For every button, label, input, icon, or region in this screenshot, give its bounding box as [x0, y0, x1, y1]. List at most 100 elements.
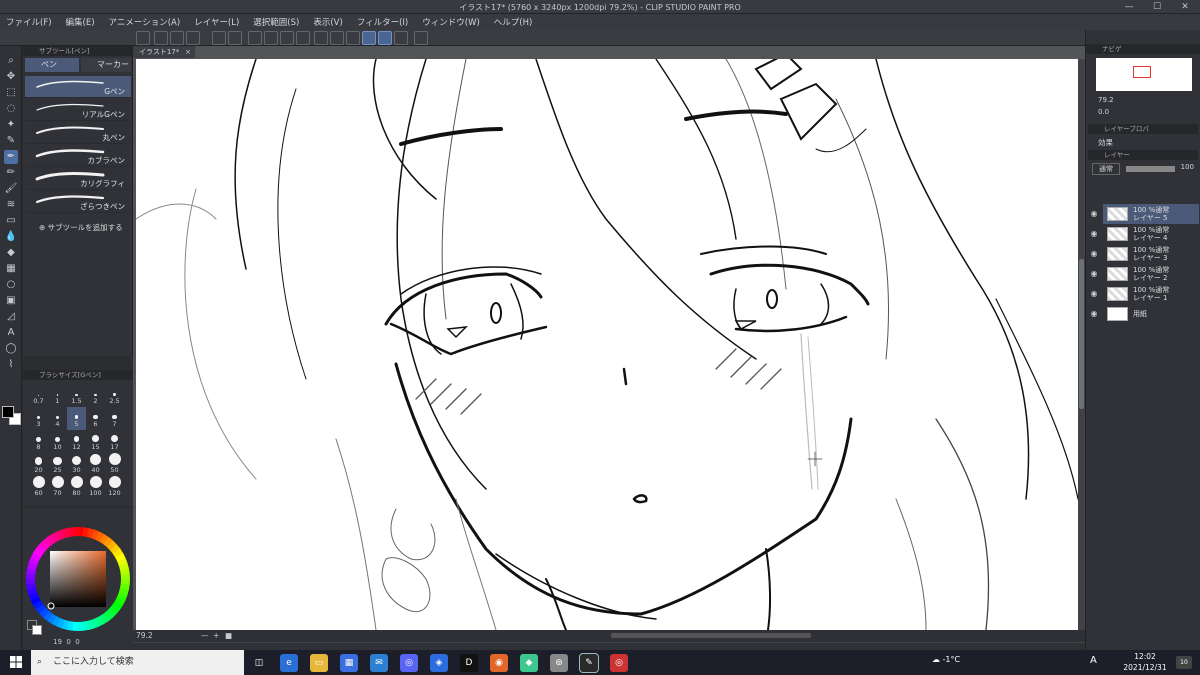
- brush-item[interactable]: リアルGペン: [25, 99, 131, 121]
- brush-size-preset[interactable]: 40: [86, 453, 105, 476]
- brush-item[interactable]: カブラペン: [25, 145, 131, 167]
- brush-size-preset[interactable]: 17: [105, 430, 124, 453]
- menu-help[interactable]: ヘルプ(H): [494, 16, 533, 28]
- brush-size-preset[interactable]: 120: [105, 476, 124, 499]
- tab-pen[interactable]: ペン: [25, 58, 79, 72]
- brush-size-preset[interactable]: 80: [67, 476, 86, 499]
- brush-item[interactable]: Gペン: [25, 76, 131, 98]
- frame-tool-icon[interactable]: ▣: [4, 294, 18, 308]
- brush-size-preset[interactable]: 2: [86, 384, 105, 407]
- brush-size-preset[interactable]: 4: [48, 407, 67, 430]
- brush-item[interactable]: 丸ペン: [25, 122, 131, 144]
- ruler-tool-icon[interactable]: ◿: [4, 310, 18, 324]
- explorer-icon[interactable]: ▭: [310, 654, 328, 672]
- layer-visibility-icon[interactable]: ◉: [1088, 264, 1100, 284]
- minimize-button[interactable]: —: [1118, 0, 1140, 14]
- brush-size-preset[interactable]: 100: [86, 476, 105, 499]
- navigator-rotation[interactable]: 0.0: [1098, 108, 1109, 116]
- notification-icon[interactable]: 10: [1176, 656, 1192, 669]
- brush-size-preset[interactable]: 2.5: [105, 384, 124, 407]
- layer-row[interactable]: 100 %通常 レイヤー 4: [1103, 224, 1199, 244]
- open-file-icon[interactable]: [170, 31, 184, 45]
- new-file-icon[interactable]: [154, 31, 168, 45]
- brush-tool-icon[interactable]: 🖌: [4, 182, 18, 196]
- sub-color-swatch[interactable]: [32, 625, 42, 635]
- navigator-viewport[interactable]: [1133, 66, 1151, 78]
- select-tool-icon[interactable]: ⬚: [4, 86, 18, 100]
- blend-mode-select[interactable]: 通常: [1092, 163, 1120, 175]
- task-view-icon[interactable]: ◫: [250, 654, 268, 672]
- main-color-chip[interactable]: [2, 406, 14, 418]
- menu-view[interactable]: 表示(V): [313, 16, 342, 28]
- selection-border-icon[interactable]: [346, 31, 360, 45]
- layer-row[interactable]: 用紙: [1103, 304, 1199, 324]
- app-green-icon[interactable]: ◆: [520, 654, 538, 672]
- horizontal-scrollbar[interactable]: [611, 633, 811, 638]
- zoom-in-button[interactable]: +: [213, 631, 219, 641]
- menu-selection[interactable]: 選択範囲(S): [253, 16, 299, 28]
- navigator-zoom[interactable]: 79.2: [1098, 96, 1114, 104]
- brush-size-preset[interactable]: 60: [29, 476, 48, 499]
- menu-layer[interactable]: レイヤー(L): [194, 16, 239, 28]
- brush-size-preset[interactable]: 20: [29, 453, 48, 476]
- clip-studio-icon[interactable]: ✎: [579, 653, 599, 673]
- remote-icon[interactable]: ◈: [430, 654, 448, 672]
- brush-size-preset[interactable]: 3: [29, 407, 48, 430]
- layer-visibility-icon[interactable]: ◉: [1088, 304, 1100, 324]
- fill-tool-icon[interactable]: ◆: [4, 246, 18, 260]
- brush-size-preset[interactable]: 25: [48, 453, 67, 476]
- layer-row[interactable]: 100 %通常 レイヤー 3: [1103, 244, 1199, 264]
- reference-icon[interactable]: [414, 31, 428, 45]
- snap-special-ruler-icon[interactable]: [378, 31, 392, 45]
- opacity-value[interactable]: 100: [1181, 163, 1194, 175]
- airbrush-tool-icon[interactable]: ≋: [4, 198, 18, 212]
- edge-icon[interactable]: e: [280, 654, 298, 672]
- brush-size-preset[interactable]: 70: [48, 476, 67, 499]
- layer-row[interactable]: 100 %通常 レイヤー 2: [1103, 264, 1199, 284]
- brush-size-preset[interactable]: 5: [67, 407, 86, 430]
- transform-icon[interactable]: [264, 31, 278, 45]
- brush-item[interactable]: ざらつきペン: [25, 191, 131, 213]
- drawing-canvas[interactable]: [136, 59, 1078, 630]
- pen-tool-icon[interactable]: ✒: [4, 150, 18, 164]
- layer-row[interactable]: 100 %通常 レイヤー 1: [1103, 284, 1199, 304]
- fit-button[interactable]: ■: [225, 631, 232, 641]
- save-icon[interactable]: [186, 31, 200, 45]
- windows-start-icon[interactable]: [10, 656, 22, 668]
- text-tool-icon[interactable]: A: [4, 326, 18, 340]
- deselect-icon[interactable]: [314, 31, 328, 45]
- eraser-tool-icon[interactable]: ▭: [4, 214, 18, 228]
- crop-icon[interactable]: [296, 31, 310, 45]
- layer-visibility-icon[interactable]: ◉: [1088, 284, 1100, 304]
- menu-animation[interactable]: アニメーション(A): [109, 16, 181, 28]
- brush-size-preset[interactable]: 7: [105, 407, 124, 430]
- lasso-tool-icon[interactable]: ◌: [4, 102, 18, 116]
- brush-size-preset[interactable]: 0.7: [29, 384, 48, 407]
- opacity-slider[interactable]: [1126, 166, 1175, 172]
- clear-icon[interactable]: [248, 31, 262, 45]
- layer-visibility-icon[interactable]: ◉: [1088, 204, 1100, 224]
- weather-widget[interactable]: ☁ -1°C: [932, 655, 960, 664]
- zoom-tool-icon[interactable]: ⌕: [4, 54, 18, 68]
- brush-size-preset[interactable]: 6: [86, 407, 105, 430]
- correct-line-tool-icon[interactable]: ⌇: [4, 358, 18, 372]
- pencil-tool-icon[interactable]: ✏: [4, 166, 18, 180]
- navigator-preview[interactable]: [1096, 58, 1192, 91]
- invert-selection-icon[interactable]: [330, 31, 344, 45]
- brush-size-preset[interactable]: 1: [48, 384, 67, 407]
- redo-icon[interactable]: [228, 31, 242, 45]
- vertical-scrollbar[interactable]: [1078, 59, 1085, 630]
- move-tool-icon[interactable]: ✥: [4, 70, 18, 84]
- close-tab-icon[interactable]: ×: [185, 46, 191, 58]
- store-icon[interactable]: ▦: [340, 654, 358, 672]
- ime-indicator[interactable]: A: [1090, 655, 1097, 666]
- zoom-out-button[interactable]: —: [201, 631, 209, 641]
- snap-ruler-icon[interactable]: [362, 31, 376, 45]
- tab-marker[interactable]: マーカー: [81, 58, 131, 72]
- layer-visibility-icon[interactable]: ◉: [1088, 224, 1100, 244]
- brush-size-preset[interactable]: 8: [29, 430, 48, 453]
- layer-row[interactable]: 100 %通常 レイヤー 5: [1103, 204, 1199, 224]
- menu-file[interactable]: ファイル(F): [6, 16, 52, 28]
- wand-tool-icon[interactable]: ✦: [4, 118, 18, 132]
- brush-size-preset[interactable]: 10: [48, 430, 67, 453]
